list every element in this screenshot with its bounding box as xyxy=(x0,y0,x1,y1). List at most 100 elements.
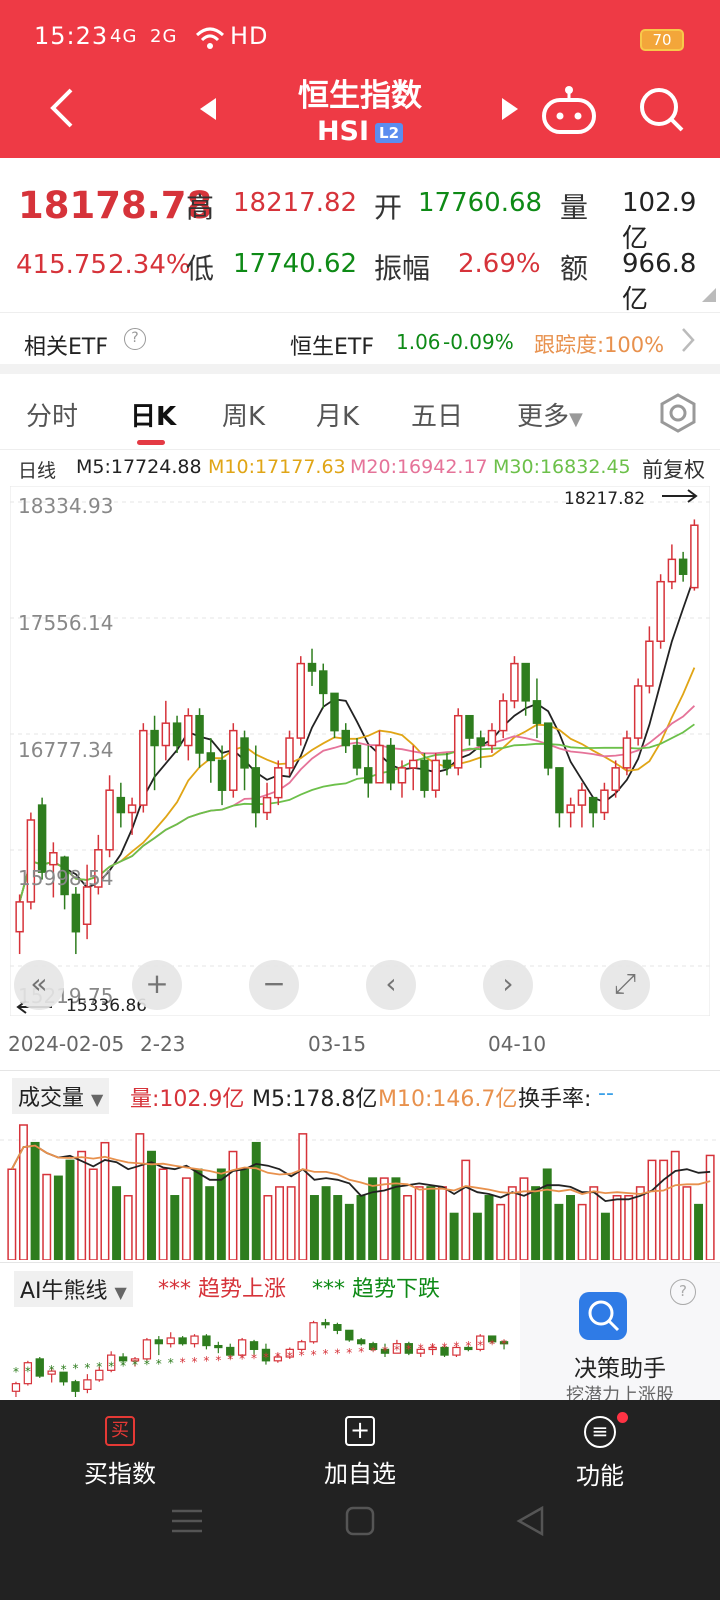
volume-chart[interactable] xyxy=(0,1110,720,1260)
scroll-right-button[interactable]: › xyxy=(483,960,533,1010)
back-nav-icon[interactable] xyxy=(515,1505,545,1537)
help-icon[interactable]: ? xyxy=(124,328,146,350)
tab-monthly[interactable]: 月K xyxy=(316,396,359,433)
trend-marker: * xyxy=(394,1343,400,1357)
scroll-left-fast-button[interactable]: « xyxy=(14,960,64,1010)
zoom-out-button[interactable]: − xyxy=(249,960,299,1010)
vol-ma10: M10:146.7亿 xyxy=(378,1087,518,1112)
trend-marker: * xyxy=(465,1339,471,1353)
indicator-select[interactable]: 成交量 ▼ xyxy=(12,1078,110,1114)
notification-dot xyxy=(617,1412,628,1423)
buy-icon: 买 xyxy=(105,1416,135,1446)
price-change: 415.75 xyxy=(16,250,107,280)
trend-marker: * xyxy=(358,1345,364,1359)
ai-candle-body xyxy=(83,1379,92,1390)
fullscreen-button[interactable]: ⤢ xyxy=(600,960,650,1010)
ai-line-select[interactable]: AI牛熊线 ▼ xyxy=(14,1271,133,1307)
volume-bar xyxy=(112,1186,122,1260)
volume-bar xyxy=(554,1203,564,1260)
candle-body xyxy=(510,662,519,702)
etf-tracking: 跟踪度:100% xyxy=(534,333,665,357)
etf-name: 恒生ETF xyxy=(290,335,374,360)
candle-body xyxy=(161,722,171,747)
ai-candle-body xyxy=(190,1335,199,1345)
volume-bar xyxy=(65,1159,75,1260)
volume-bar xyxy=(414,1186,424,1260)
chevron-right-icon[interactable] xyxy=(680,327,696,353)
help-icon[interactable]: ? xyxy=(670,1279,696,1305)
candle-body xyxy=(172,722,182,747)
ai-candle-body xyxy=(249,1341,259,1350)
volume-bar xyxy=(18,1124,28,1260)
high-value: 18217.82 xyxy=(233,188,358,218)
volume-value: 102.9亿 xyxy=(622,188,697,254)
candle-body xyxy=(600,789,609,814)
functions-button[interactable]: ≡ 功能 xyxy=(540,1412,660,1491)
turnover-value: -- xyxy=(598,1081,614,1106)
volume-bar xyxy=(682,1186,692,1260)
ai-line-chart[interactable]: * * * * * * * * * * * * * * * * * * * * * * * * * * * * * * * * * * * * * * * *… xyxy=(0,1307,520,1402)
candle-body xyxy=(645,640,654,687)
ai-candle-body xyxy=(154,1339,163,1345)
buy-index-button[interactable]: 买 买指数 xyxy=(60,1416,180,1489)
settings-icon[interactable] xyxy=(658,393,698,433)
volume-bar xyxy=(391,1177,401,1260)
tab-intraday[interactable]: 分时 xyxy=(26,396,78,433)
decision-helper-card[interactable]: ? 决策助手 挖潜力上涨股 xyxy=(520,1263,720,1402)
candle-body xyxy=(566,804,575,814)
candle-body xyxy=(105,789,114,851)
candle-body xyxy=(150,729,159,747)
candle-body xyxy=(555,767,564,814)
max-label: 18217.82 xyxy=(564,489,646,509)
next-index-icon[interactable] xyxy=(500,96,520,122)
candle-body xyxy=(127,804,137,814)
kline-chart[interactable] xyxy=(10,486,710,1016)
zoom-in-button[interactable]: + xyxy=(132,960,182,1010)
candle-body xyxy=(386,744,395,784)
trend-up-legend: *** 趋势上涨 xyxy=(158,1277,286,1302)
volume-bar xyxy=(659,1159,669,1260)
candle-body xyxy=(262,796,272,814)
ai-candle-body xyxy=(357,1339,366,1345)
candle-body xyxy=(375,744,384,784)
robot-icon[interactable] xyxy=(540,82,598,134)
candle-body xyxy=(431,759,440,791)
volume-bar xyxy=(123,1195,133,1260)
volume-bar xyxy=(193,1168,203,1260)
volume-bar xyxy=(472,1212,482,1260)
tab-daily[interactable]: 日K xyxy=(130,396,176,433)
amplitude-label: 振幅 xyxy=(374,252,431,285)
etf-row[interactable]: 相关ETF ? 恒生ETF 1.06 -0.09% 跟踪度:100% xyxy=(0,312,720,374)
candle-body xyxy=(217,759,227,791)
ma20-legend: M20:16942.17 xyxy=(350,456,488,478)
high-label: 高 xyxy=(186,191,215,224)
page-title: 恒生指数 xyxy=(298,78,422,114)
volume-bar xyxy=(298,1133,308,1260)
open-value: 17760.68 xyxy=(418,188,543,218)
scroll-left-button[interactable]: ‹ xyxy=(366,960,416,1010)
trend-marker: * xyxy=(453,1340,459,1354)
volume-bar xyxy=(496,1203,506,1260)
amount-label: 额 xyxy=(560,252,589,285)
ai-candle-body xyxy=(202,1335,211,1347)
trend-marker: * xyxy=(346,1346,352,1360)
chevron-down-icon: ▼ xyxy=(569,409,583,430)
candle-body xyxy=(487,729,497,747)
tab-more[interactable]: 更多▼ xyxy=(517,396,583,433)
ma5-legend: M5:17724.88 xyxy=(76,456,202,478)
recent-apps-icon[interactable] xyxy=(170,1506,204,1536)
network-4g: 4G xyxy=(110,26,138,47)
expand-corner-icon[interactable] xyxy=(702,288,716,302)
candle-body xyxy=(588,796,598,814)
volume-bar xyxy=(240,1168,250,1260)
add-watchlist-button[interactable]: + 加自选 xyxy=(300,1416,420,1489)
tab-five-day[interactable]: 五日 xyxy=(411,396,463,433)
tab-weekly[interactable]: 周K xyxy=(222,396,265,433)
trend-marker: * xyxy=(96,1360,102,1374)
candle-body xyxy=(532,700,542,724)
search-icon[interactable] xyxy=(638,86,686,134)
adjust-mode[interactable]: 前复权 xyxy=(642,454,705,484)
ai-candle-body xyxy=(321,1322,330,1326)
ai-candle-body xyxy=(178,1337,187,1345)
home-icon[interactable] xyxy=(345,1506,375,1536)
